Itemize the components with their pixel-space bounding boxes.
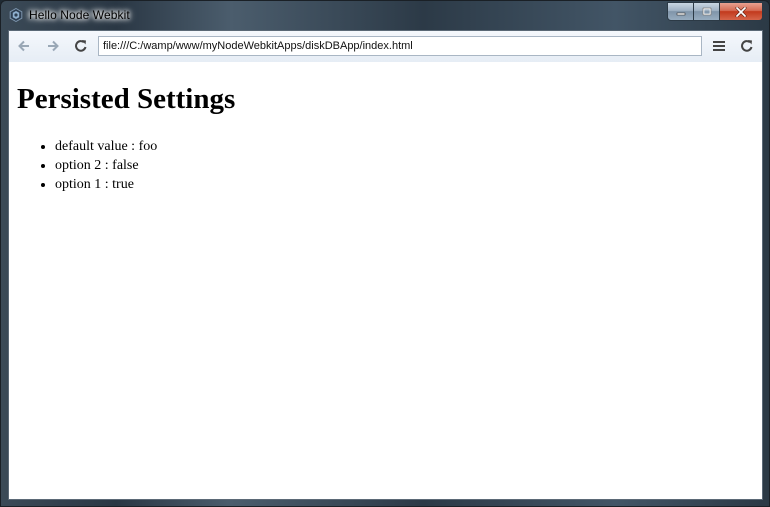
hamburger-menu-icon[interactable] [711, 38, 727, 54]
page-title: Persisted Settings [17, 83, 236, 115]
list-item: default value : foo [55, 137, 157, 156]
maximize-icon [702, 7, 711, 16]
address-bar[interactable] [98, 36, 702, 56]
close-button[interactable] [720, 2, 763, 21]
arrow-left-icon[interactable] [16, 38, 32, 54]
page-content: Persisted Settings default value : foo o… [9, 62, 762, 499]
minimize-icon [676, 12, 685, 15]
browser-toolbar [9, 31, 762, 63]
minimize-button[interactable] [667, 2, 694, 21]
settings-list: default value : foo option 2 : false opt… [17, 137, 157, 194]
list-item: option 1 : true [55, 175, 157, 194]
window-controls [667, 2, 763, 22]
maximize-button[interactable] [694, 2, 720, 21]
app-window: Hello Node Webkit file:///C:/wamp/www/my… [0, 0, 770, 507]
list-item: option 2 : false [55, 156, 157, 175]
node-webkit-app-icon [9, 7, 23, 23]
window-title: Hello Node Webkit [29, 8, 130, 22]
close-icon [735, 6, 747, 17]
refresh-icon[interactable] [739, 38, 755, 54]
reload-icon[interactable] [73, 38, 89, 54]
arrow-right-icon[interactable] [45, 38, 61, 54]
title-bar[interactable]: Hello Node Webkit [1, 1, 769, 31]
browser-client-area: Persisted Settings default value : foo o… [8, 30, 763, 500]
